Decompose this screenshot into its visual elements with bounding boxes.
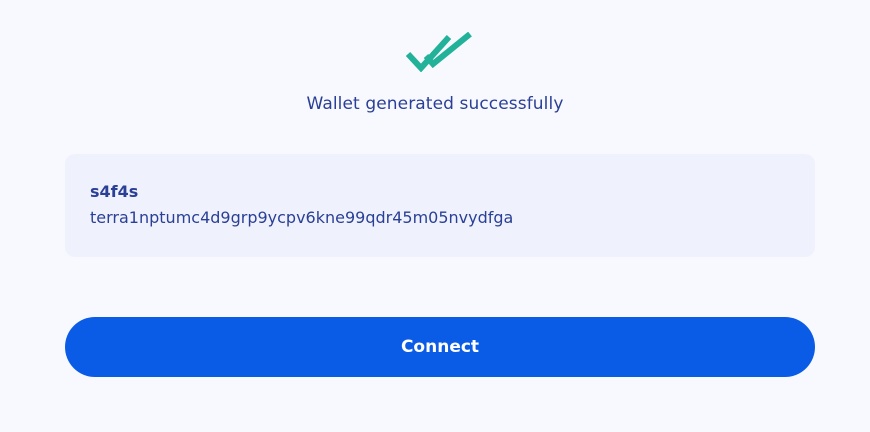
wallet-card: s4f4s terra1nptumc4d9grp9ycpv6kne99qdr45… — [65, 154, 815, 257]
connect-button[interactable]: Connect — [65, 317, 815, 377]
success-message: Wallet generated successfully — [306, 94, 564, 114]
wallet-name: s4f4s — [90, 182, 139, 201]
wallet-address: terra1nptumc4d9grp9ycpv6kne99qdr45m05nvy… — [90, 208, 514, 227]
double-check-icon — [405, 31, 475, 73]
